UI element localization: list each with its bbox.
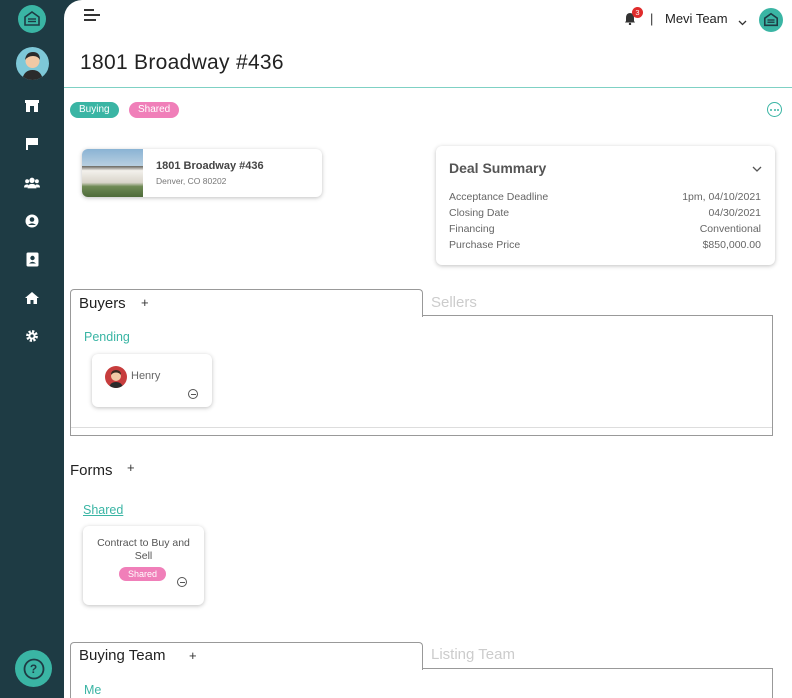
deal-row-value: Conventional	[699, 223, 761, 235]
form-card[interactable]: Contract to Buy and Sell Shared	[83, 526, 204, 605]
property-address: Denver, CO 80202	[156, 176, 227, 186]
team-member-me: Me	[84, 683, 102, 697]
add-buyer-button[interactable]: +	[141, 295, 149, 310]
add-form-button[interactable]: +	[127, 460, 135, 475]
remove-icon[interactable]	[188, 389, 198, 399]
deal-row-value: 1pm, 04/10/2021	[682, 191, 761, 203]
flag-icon[interactable]	[24, 136, 40, 152]
forms-title: Forms	[70, 462, 113, 479]
team-switcher[interactable]: Mevi Team	[665, 11, 728, 26]
deal-summary-card: Deal Summary Acceptance Deadline 1pm, 04…	[436, 146, 775, 265]
property-name: 1801 Broadway #436	[156, 160, 264, 172]
sidebar: ?	[0, 0, 68, 698]
team-panel	[70, 668, 773, 698]
main-content: 3 | Mevi Team 1801 Broadway #436 Buying …	[64, 0, 792, 698]
help-label: ?	[29, 661, 38, 676]
property-photo	[82, 149, 143, 197]
deal-row-label: Purchase Price	[449, 239, 521, 251]
tab-buying-team-label: Buying Team	[79, 647, 166, 664]
help-button[interactable]: ?	[15, 650, 52, 687]
deal-summary-title: Deal Summary	[449, 160, 547, 176]
gear-icon[interactable]	[24, 328, 40, 344]
chevron-down-icon[interactable]	[738, 13, 747, 31]
title-divider	[64, 87, 792, 88]
deal-row-value: $850,000.00	[702, 239, 761, 251]
deal-row: Closing Date 04/30/2021	[449, 207, 761, 219]
user-circle-icon[interactable]	[24, 213, 40, 229]
user-avatar[interactable]	[16, 47, 49, 80]
form-shared-tag: Shared	[119, 567, 167, 581]
buying-tag: Buying	[70, 102, 119, 118]
deal-row-value: 04/30/2021	[708, 207, 761, 219]
app-logo-icon[interactable]	[18, 5, 46, 33]
deal-row-label: Acceptance Deadline	[449, 191, 549, 203]
deal-row: Financing Conventional	[449, 223, 761, 235]
deal-row: Purchase Price $850,000.00	[449, 239, 761, 251]
header-separator: |	[650, 11, 654, 26]
remove-icon[interactable]	[177, 577, 187, 587]
buyer-name: Henry	[131, 370, 161, 382]
property-card[interactable]: 1801 Broadway #436 Denver, CO 80202	[82, 149, 322, 197]
notification-badge: 3	[632, 7, 643, 18]
store-icon[interactable]	[24, 98, 40, 114]
shared-tag: Shared	[129, 102, 180, 118]
contact-book-icon[interactable]	[24, 251, 40, 267]
tab-buyers-label: Buyers	[79, 295, 126, 312]
chevron-down-icon[interactable]	[752, 160, 762, 178]
deal-row: Acceptance Deadline 1pm, 04/10/2021	[449, 191, 761, 203]
tab-sellers[interactable]: Sellers	[431, 294, 477, 311]
deal-row-label: Closing Date	[449, 207, 510, 219]
deal-row-label: Financing	[449, 223, 495, 235]
add-team-member-button[interactable]: +	[189, 648, 197, 663]
forms-shared-link[interactable]: Shared	[83, 503, 123, 517]
buyer-card[interactable]: Henry	[92, 354, 212, 407]
more-options-icon[interactable]	[767, 102, 782, 117]
team-logo-icon[interactable]	[759, 8, 783, 32]
users-icon[interactable]	[24, 175, 40, 191]
tab-listing-team[interactable]: Listing Team	[431, 646, 515, 663]
page-title: 1801 Broadway #436	[80, 51, 284, 74]
pending-label: Pending	[84, 330, 130, 344]
buyer-avatar	[105, 366, 127, 388]
menu-toggle-icon[interactable]	[84, 9, 100, 21]
form-name: Contract to Buy and Sell	[97, 537, 190, 562]
home-icon[interactable]	[24, 290, 40, 306]
